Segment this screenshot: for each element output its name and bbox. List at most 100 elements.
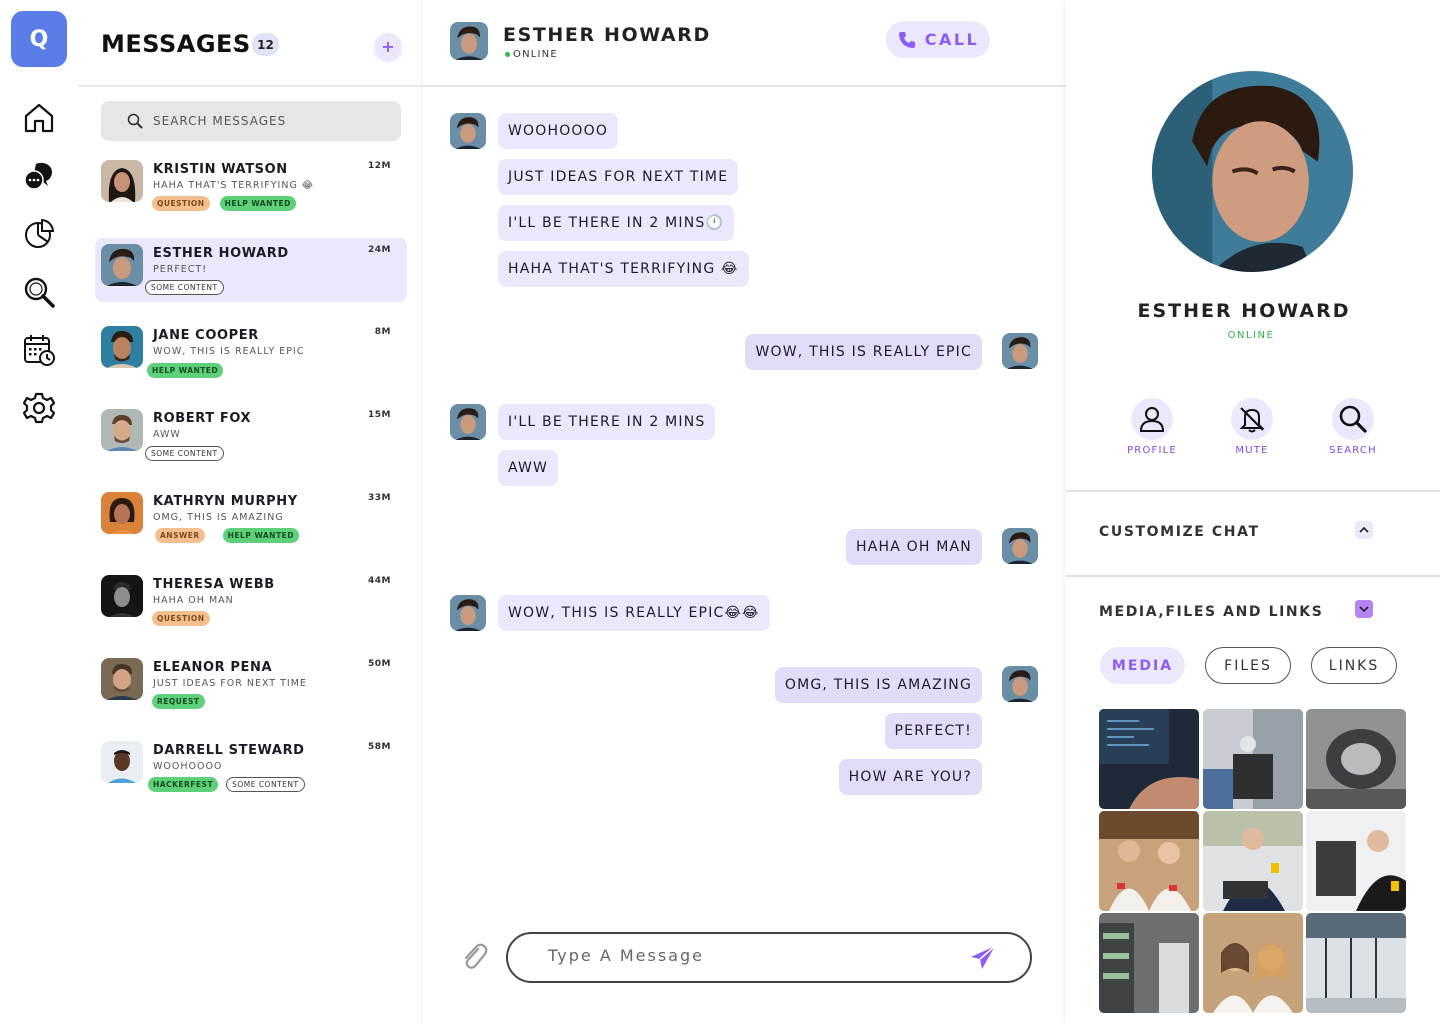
message-composer[interactable] [506,932,1032,983]
conversation-item-active[interactable]: ESTHER HOWARD PERFECT! 24M SOME CONTENT [95,238,407,302]
media-thumbnail[interactable] [1306,709,1406,809]
tab-links[interactable]: LINKS [1311,647,1397,684]
list-title: MESSAGES [101,30,251,58]
call-label: CALL [924,30,980,49]
call-button[interactable]: CALL [886,21,990,58]
media-thumbnail[interactable] [1203,811,1303,911]
avatar[interactable] [450,22,488,60]
conversation-time: 50M [368,659,391,669]
action-label: PROFILE [1127,445,1177,456]
message-bubble-outgoing: WOW, THIS IS REALLY EPIC [745,334,982,370]
message-bubble-outgoing: HAHA OH MAN [846,529,982,565]
tag-badge: SOME CONTENT [226,777,305,792]
avatar [450,113,486,149]
conversation-name: DARRELL STEWARD [153,743,305,758]
conversation-name: KRISTIN WATSON [153,162,288,177]
media-thumbnail[interactable] [1203,709,1303,809]
conversation-preview: WOW, THIS IS REALLY EPIC [153,346,305,357]
message-bubble-outgoing: HOW ARE YOU? [838,759,982,795]
avatar [1002,333,1038,369]
conversation-item[interactable]: KATHRYN MURPHY OMG, THIS IS AMAZING 33M … [95,486,407,550]
unread-count-badge: 12 [252,33,279,56]
tab-files[interactable]: FILES [1205,647,1291,684]
message-input[interactable] [548,946,948,965]
tag-badge: QUESTION [152,196,210,211]
media-toggle[interactable] [1355,600,1373,618]
send-button[interactable] [968,943,998,973]
conversation-preview: HAHA THAT'S TERRIFYING 😂 [153,180,314,191]
avatar [450,595,486,631]
media-thumbnail[interactable] [1203,913,1303,1013]
action-label: SEARCH [1329,445,1377,456]
chat-panel: ESTHER HOWARD ONLINE CALL WOOHOOOO JUST … [422,0,1066,1024]
nav-analytics[interactable] [21,216,57,252]
message-bubble-incoming: JUST IDEAS FOR NEXT TIME [498,159,739,195]
conversation-name: JANE COOPER [153,328,259,343]
media-thumbnail[interactable] [1306,811,1406,911]
conversation-time: 15M [368,410,391,420]
nav-search[interactable] [21,274,57,310]
media-thumbnail[interactable] [1099,811,1199,911]
customize-chat-title: CUSTOMIZE CHAT [1099,524,1260,540]
conversation-item[interactable]: ELEANOR PENA JUST IDEAS FOR NEXT TIME 50… [95,652,407,716]
tag-list: SOME CONTENT [145,446,224,461]
search-action-button[interactable]: SEARCH [1313,398,1393,456]
home-icon [24,103,54,133]
conversation-item[interactable]: JANE COOPER WOW, THIS IS REALLY EPIC 8M … [95,320,407,384]
conversation-name: ROBERT FOX [153,411,252,426]
message-bubble-incoming: HAHA THAT'S TERRIFYING 😂 [498,251,749,287]
search-icon [24,277,55,308]
app-logo[interactable]: Q [11,11,67,67]
profile-action-button[interactable]: PROFILE [1112,398,1192,456]
media-thumbnail[interactable] [1099,913,1199,1013]
conversation-preview: PERFECT! [153,264,208,275]
chat-header: ESTHER HOWARD ONLINE CALL [422,0,1066,87]
nav-messages[interactable] [21,158,57,194]
media-thumbnail[interactable] [1306,913,1406,1013]
media-thumbnail[interactable] [1099,709,1199,809]
online-dot-icon [505,51,510,57]
attach-button[interactable] [460,941,488,971]
conversation-item[interactable]: KRISTIN WATSON HAHA THAT'S TERRIFYING 😂 … [95,154,407,218]
avatar [1002,528,1038,564]
tag-badge: HELP WANTED [222,528,299,543]
message-bubble-incoming: AWW [498,450,559,486]
tag-list: QUESTION [147,611,210,626]
avatar [101,575,143,617]
profile-name: ESTHER HOWARD [1137,300,1351,322]
mute-action-button[interactable]: MUTE [1212,398,1292,456]
conversation-item[interactable]: THERESA WEBB HAHA OH MAN 44M QUESTION [95,569,407,633]
calendar-icon [24,335,55,366]
avatar [101,741,143,783]
pie-chart-icon [25,218,55,248]
tag-badge: QUESTION [152,611,210,626]
bell-off-icon [1239,407,1265,433]
phone-icon [898,31,915,48]
profile-status: ONLINE [1227,330,1275,341]
tab-media[interactable]: MEDIA [1100,647,1185,684]
status-text: ONLINE [513,49,558,60]
nav-calendar[interactable] [21,332,57,368]
search-messages-field[interactable] [101,101,401,141]
tag-list: REQUEST [147,694,205,709]
customize-chat-toggle[interactable] [1355,521,1373,539]
chevron-down-icon[interactable]: ⌄ [230,36,243,55]
app-root: Q MESSAGES ⌄ 12 + SEARCH MESSAGES KRISTI… [0,0,1440,1024]
user-icon [1139,407,1165,432]
conversation-item[interactable]: DARRELL STEWARD WOOHOOOO 58M HACKERFEST … [95,735,407,799]
tag-badge: HELP WANTED [147,363,224,378]
chevron-up-icon [1359,526,1369,533]
profile-panel: ESTHER HOWARD ONLINE PROFILE MUTE SEARCH… [1066,0,1440,1024]
avatar [1002,666,1038,702]
nav-settings[interactable] [21,390,57,426]
conversation-item[interactable]: ROBERT FOX AWW 15M SOME CONTENT [95,403,407,467]
new-message-button[interactable]: + [375,33,401,59]
search-messages-input[interactable] [153,114,383,128]
message-bubble-incoming: WOW, THIS IS REALLY EPIC😂😂 [498,595,770,631]
nav-home[interactable] [21,100,57,136]
tag-badge: REQUEST [152,694,205,709]
tag-list: SOME CONTENT [145,280,224,295]
avatar [101,160,143,202]
conversation-time: 12M [368,161,391,171]
message-bubble-incoming: I'LL BE THERE IN 2 MINS [498,404,716,440]
